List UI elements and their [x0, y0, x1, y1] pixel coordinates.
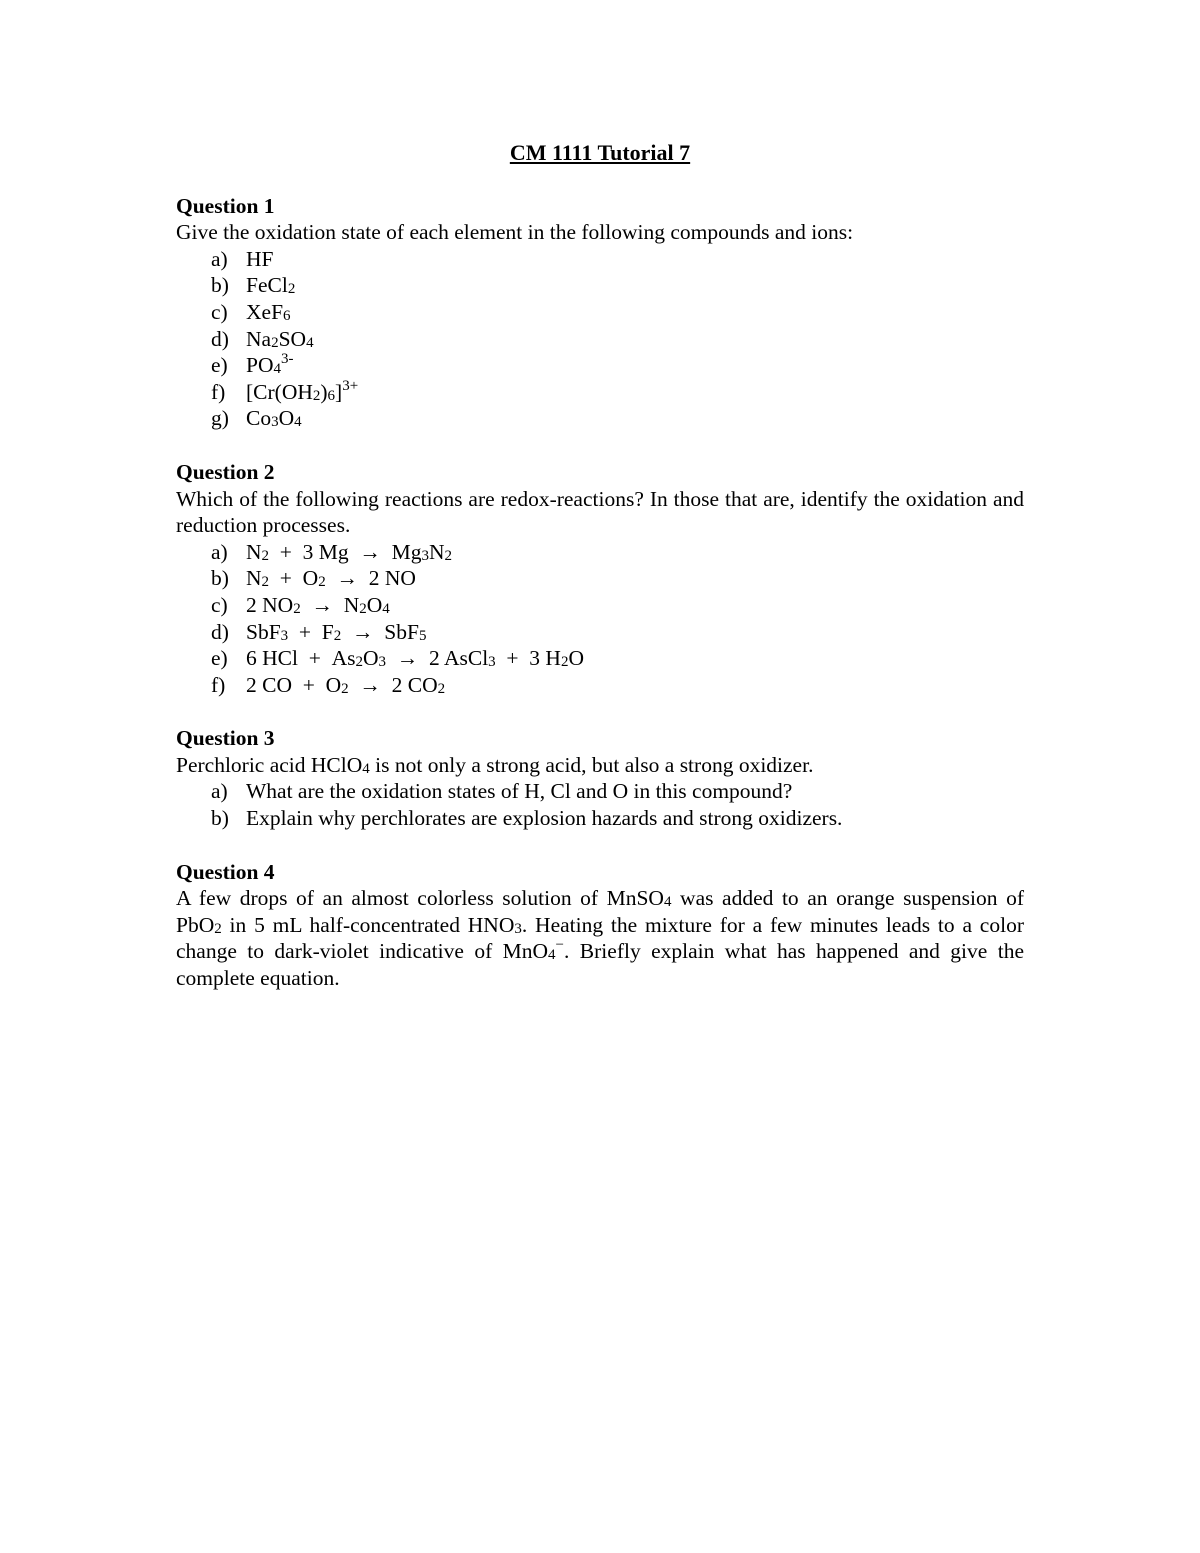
- question-item: g) Co3O4: [176, 405, 1024, 432]
- question-item: e) 6 HCl + As2O3 → 2 AsCl3 + 3 H2O: [176, 645, 1024, 672]
- item-label: d): [211, 326, 229, 351]
- item-text: XeF6: [246, 299, 291, 324]
- question-1: Question 1 Give the oxidation state of ea…: [176, 193, 1024, 432]
- question-item-list: a) N2 + 3 Mg → Mg3N2 b) N2 + O2 → 2 NO c) 2 N…: [176, 539, 1024, 699]
- question-text: Perchloric acid HClO4 is not only a stro…: [176, 752, 814, 777]
- question-heading: Question 4: [176, 859, 275, 884]
- item-label: b): [211, 806, 229, 831]
- item-text: 2 CO + O2 → 2 CO2: [246, 672, 446, 697]
- item-text: 2 NO2 → N2O4: [246, 592, 390, 617]
- question-item: d) Na2SO4: [176, 326, 1024, 353]
- item-text: FeCl2: [246, 273, 296, 298]
- item-label: g): [211, 406, 229, 431]
- question-3: Question 3 Perchloric acid HClO4 is not o…: [176, 725, 1024, 831]
- item-text: N2 + 3 Mg → Mg3N2: [246, 539, 453, 564]
- item-text: What are the oxidation states of H, Cl a…: [246, 779, 793, 804]
- question-item: d) SbF3 + F2 → SbF5: [176, 619, 1024, 646]
- item-text: Explain why perchlorates are explosion h…: [246, 806, 843, 831]
- question-item: f) 2 CO + O2 → 2 CO2: [176, 672, 1024, 699]
- question-text: Which of the following reactions are red…: [176, 486, 1024, 538]
- item-text: Na2SO4: [246, 326, 314, 351]
- question-4: Question 4A few drops of an almost color…: [176, 859, 1024, 992]
- item-label: e): [211, 353, 228, 378]
- item-text: Co3O4: [246, 406, 302, 431]
- question-item: b) FeCl2: [176, 272, 1024, 299]
- document-title: CM 1111 Tutorial 7: [509, 140, 691, 165]
- item-text: N2 + O2 → 2 NO: [246, 566, 416, 591]
- question-item: a) HF: [176, 246, 1024, 273]
- question-2: Question 2 Which of the following reactio…: [176, 459, 1024, 698]
- item-label: d): [211, 619, 229, 644]
- questions-container: Question 1 Give the oxidation state of ea…: [176, 193, 1024, 992]
- question-item: b) Explain why perchlorates are explosion…: [176, 805, 1024, 832]
- item-text: SbF3 + F2 → SbF5: [246, 619, 427, 644]
- item-label: e): [211, 646, 228, 671]
- question-item: f) [Cr(OH2)6]3+: [176, 377, 1024, 406]
- item-text: PO43-: [246, 351, 294, 378]
- question-heading: Question 2: [176, 459, 275, 484]
- item-text: [Cr(OH2)6]3+: [246, 377, 359, 404]
- item-label: a): [211, 779, 228, 804]
- question-item: e) PO43-: [176, 352, 1024, 379]
- question-item: c) XeF6: [176, 299, 1024, 326]
- question-text: Give the oxidation state of each element…: [176, 220, 854, 245]
- document-page: CM 1111 Tutorial 7 Question 1 Give the ox…: [176, 140, 1024, 1019]
- item-label: b): [211, 566, 229, 591]
- item-label: c): [211, 299, 228, 324]
- item-label: a): [211, 539, 228, 564]
- item-label: c): [211, 592, 228, 617]
- question-item: c) 2 NO2 → N2O4: [176, 592, 1024, 619]
- item-text: 6 HCl + As2O3 → 2 AsCl3 + 3 H2O: [246, 646, 584, 671]
- question-item-list: a) HF b) FeCl2 c) XeF6 d) Na2SO4 e) PO43- f) [Cr(OH…: [176, 246, 1024, 432]
- item-label: f): [211, 379, 226, 404]
- question-heading: Question 1: [176, 193, 275, 218]
- question-text: A few drops of an almost colorless solut…: [176, 886, 1024, 991]
- question-item-list: a) What are the oxidation states of H, Cl…: [176, 778, 1024, 831]
- question-heading: Question 3: [176, 726, 275, 751]
- item-label: a): [211, 246, 228, 271]
- question-item: a) N2 + 3 Mg → Mg3N2: [176, 539, 1024, 566]
- item-label: b): [211, 273, 229, 298]
- item-label: f): [211, 672, 226, 697]
- question-item: a) What are the oxidation states of H, Cl…: [176, 778, 1024, 805]
- item-text: HF: [246, 246, 274, 271]
- question-item: b) N2 + O2 → 2 NO: [176, 565, 1024, 592]
